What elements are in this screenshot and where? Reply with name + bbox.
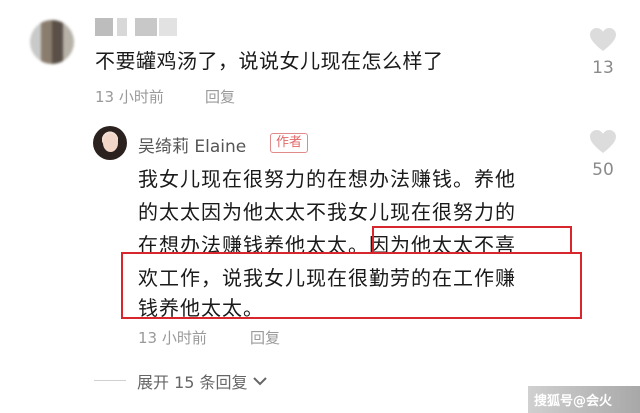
like-heart-icon[interactable] [590, 28, 616, 52]
author-badge: 作者 [270, 133, 309, 153]
reply-reply-button[interactable]: 回复 [250, 327, 280, 348]
author-avatar[interactable] [93, 126, 127, 160]
comment-time: 13 小时前 [95, 88, 164, 106]
highlight-box-top [372, 226, 572, 254]
chevron-down-icon [252, 377, 267, 386]
reply-text-line-1: 我女儿现在很努力的在想办法赚钱。养他 [138, 167, 516, 191]
expand-divider [94, 380, 126, 381]
commenter-name-blurred [95, 18, 179, 36]
highlight-box-bottom [121, 252, 582, 319]
commenter-avatar[interactable] [30, 20, 74, 64]
watermark-text: 搜狐号@会火 [534, 394, 613, 409]
comment-text: 不要罐鸡汤了，说说女儿现在怎么样了 [95, 49, 444, 73]
comment-like-count: 13 [592, 58, 614, 78]
expand-replies-button[interactable]: 展开 15 条回复 [137, 369, 268, 393]
author-name[interactable]: 吴绮莉 Elaine [138, 132, 246, 157]
reply-like-heart-icon[interactable] [590, 130, 616, 154]
reply-like-count: 50 [592, 160, 614, 180]
reply-time: 13 小时前 [138, 329, 207, 347]
reply-text-line-2: 的太太因为他太太不我女儿现在很努力的 [138, 200, 516, 224]
comment-reply-button[interactable]: 回复 [205, 86, 235, 107]
expand-replies-label: 展开 15 条回复 [137, 373, 248, 392]
